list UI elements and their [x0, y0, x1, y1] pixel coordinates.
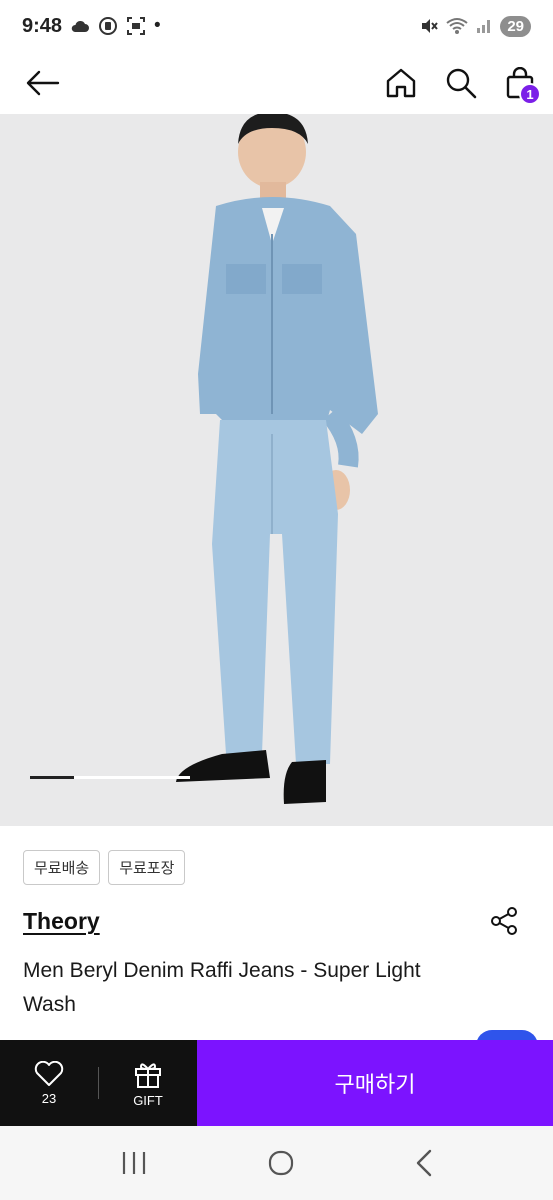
- status-left: 9:48 •: [22, 15, 161, 38]
- back-chevron-icon[interactable]: [414, 1149, 434, 1177]
- header-actions: 1: [385, 67, 541, 105]
- like-button[interactable]: 23: [0, 1060, 98, 1106]
- gift-icon: [135, 1062, 161, 1088]
- tag-free-shipping: 무료배송: [23, 850, 101, 885]
- status-right: 29: [420, 15, 531, 37]
- tag-free-wrapping: 무료포장: [108, 850, 186, 885]
- like-count: 23: [41, 1090, 57, 1106]
- share-icon[interactable]: [490, 906, 520, 936]
- purchase-action-bar: 23 GIFT 구매하기: [0, 1040, 553, 1126]
- cart-count-badge: 1: [519, 83, 541, 105]
- home-icon[interactable]: [385, 67, 417, 99]
- home-circle-icon[interactable]: [267, 1149, 295, 1177]
- status-time: 9:48: [22, 14, 63, 37]
- action-left-group: 23 GIFT: [0, 1040, 197, 1126]
- product-title: Men Beryl Denim Raffi Jeans - Super Ligh…: [23, 959, 421, 1016]
- recents-icon[interactable]: [120, 1150, 148, 1176]
- system-navigation-bar: [0, 1126, 553, 1200]
- cloud-icon: [70, 19, 90, 33]
- screenshot-icon: [126, 16, 146, 36]
- buy-button[interactable]: 구매하기: [197, 1040, 553, 1126]
- brand-link[interactable]: Theory: [23, 908, 100, 935]
- shopping-bag-icon[interactable]: 1: [505, 67, 541, 105]
- back-arrow-icon[interactable]: [26, 70, 60, 96]
- battery-indicator: 29: [500, 15, 531, 37]
- gift-button[interactable]: GIFT: [99, 1059, 197, 1108]
- product-image[interactable]: [0, 114, 553, 826]
- signal-icon: [476, 18, 492, 34]
- product-photo-illustration: [176, 114, 378, 804]
- wifi-icon: [446, 17, 468, 35]
- search-icon[interactable]: [445, 67, 477, 99]
- status-bar: 9:48 • 29: [0, 0, 553, 52]
- carousel-active-segment: [30, 776, 74, 779]
- app-header: 1: [0, 52, 553, 114]
- gift-label: GIFT: [133, 1092, 163, 1108]
- status-dot: •: [154, 15, 161, 36]
- tag-list: 무료배송 무료포장: [23, 850, 186, 885]
- mute-icon: [420, 17, 439, 35]
- vpn-icon: [98, 16, 118, 36]
- carousel-indicator: [30, 776, 190, 779]
- heart-icon: [34, 1060, 64, 1086]
